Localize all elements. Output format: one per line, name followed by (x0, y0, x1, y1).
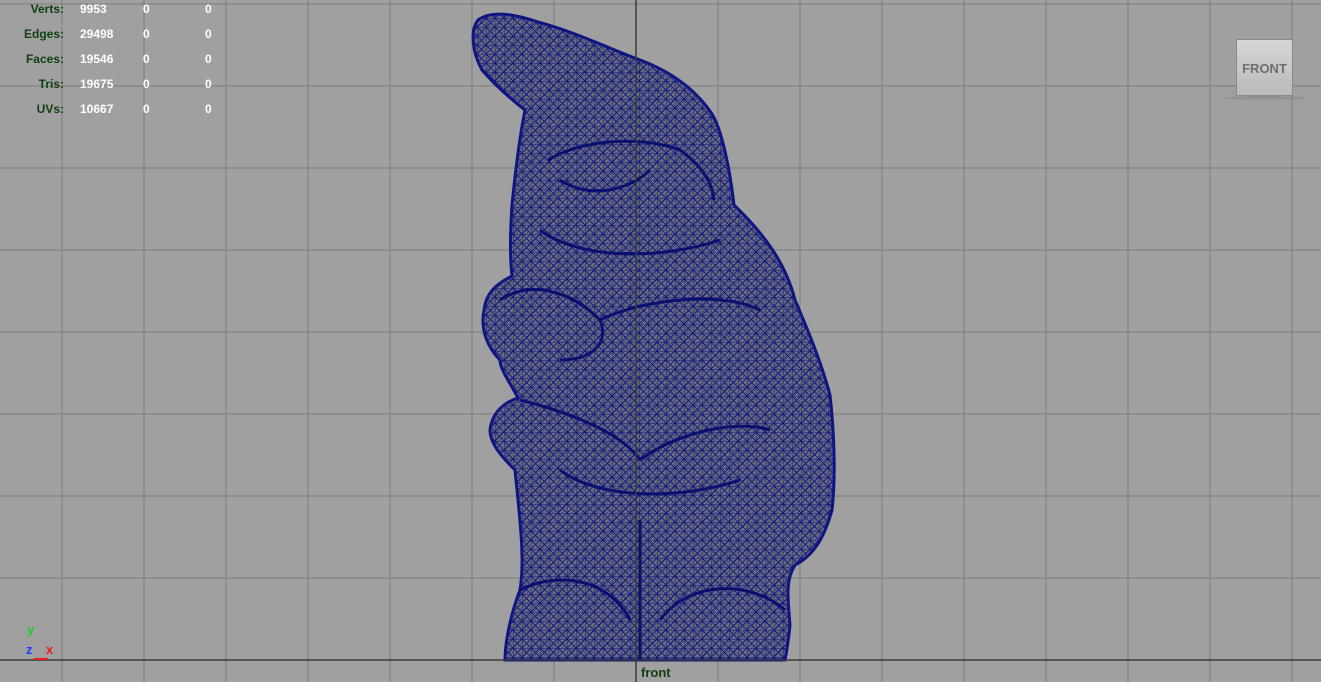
hud-value: 19675 (80, 77, 114, 91)
hud-label: Verts: (30, 2, 64, 16)
hud-value: 0 (205, 102, 212, 116)
view-cube[interactable]: FRONT (1236, 39, 1293, 96)
axis-indicator: y z x (22, 622, 62, 662)
gnome-overlay (473, 14, 835, 660)
hud-value: 19546 (80, 52, 114, 66)
hud-value: 0 (205, 2, 212, 16)
axis-y-label: y (27, 622, 35, 637)
hud-value: 0 (143, 77, 150, 91)
viewport-canvas[interactable] (0, 0, 1321, 682)
gnome-mesh[interactable] (471, 12, 836, 662)
hud-label: Tris: (38, 77, 64, 91)
hud-value: 0 (143, 102, 150, 116)
hud-label: UVs: (36, 102, 64, 116)
hud-value: 10667 (80, 102, 114, 116)
hud-label: Faces: (25, 52, 64, 66)
hud-value: 0 (143, 27, 150, 41)
camera-name-label: front (641, 665, 671, 680)
hud-value: 0 (143, 52, 150, 66)
axis-x-label: x (46, 642, 54, 657)
hud-value: 0 (205, 52, 212, 66)
hud-value: 9953 (80, 2, 107, 16)
viewport-front[interactable]: Verts: 9953 0 0 Edges: 29498 0 0 Faces: 19546 0 0 Tr… (0, 0, 1321, 682)
hud-value: 0 (143, 2, 150, 16)
hud-value: 29498 (80, 27, 114, 41)
hud-label: Edges: (23, 27, 64, 41)
hud-value: 0 (205, 77, 212, 91)
axis-z-label: z (26, 642, 33, 657)
hud-value: 0 (205, 27, 212, 41)
axis-x-line (34, 658, 48, 660)
